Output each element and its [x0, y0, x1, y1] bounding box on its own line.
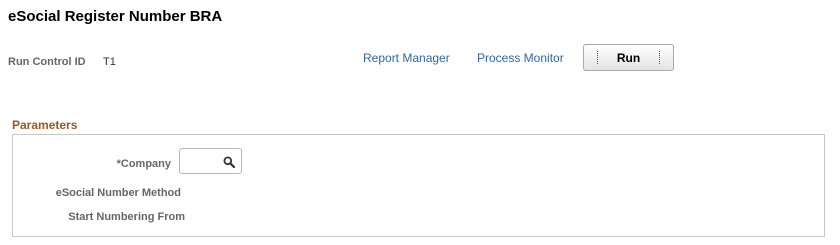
company-label: *Company	[116, 158, 171, 170]
process-monitor-link[interactable]: Process Monitor	[477, 51, 564, 65]
run-control-id-value: T1	[103, 56, 116, 68]
button-grip-right	[659, 51, 660, 64]
run-button[interactable]: Run	[583, 44, 674, 71]
page-title: eSocial Register Number BRA	[8, 8, 223, 25]
company-input[interactable]	[182, 152, 222, 170]
run-control-id-label: Run Control ID	[8, 56, 86, 68]
search-icon[interactable]	[223, 155, 236, 169]
company-field	[179, 148, 242, 174]
parameters-group-box: *Company eSocial Number Method Start Num…	[12, 134, 825, 237]
report-manager-link[interactable]: Report Manager	[363, 51, 450, 65]
parameters-title: Parameters	[12, 118, 78, 132]
start-numbering-from-label: Start Numbering From	[68, 211, 185, 223]
esocial-number-method-label: eSocial Number Method	[55, 187, 181, 199]
